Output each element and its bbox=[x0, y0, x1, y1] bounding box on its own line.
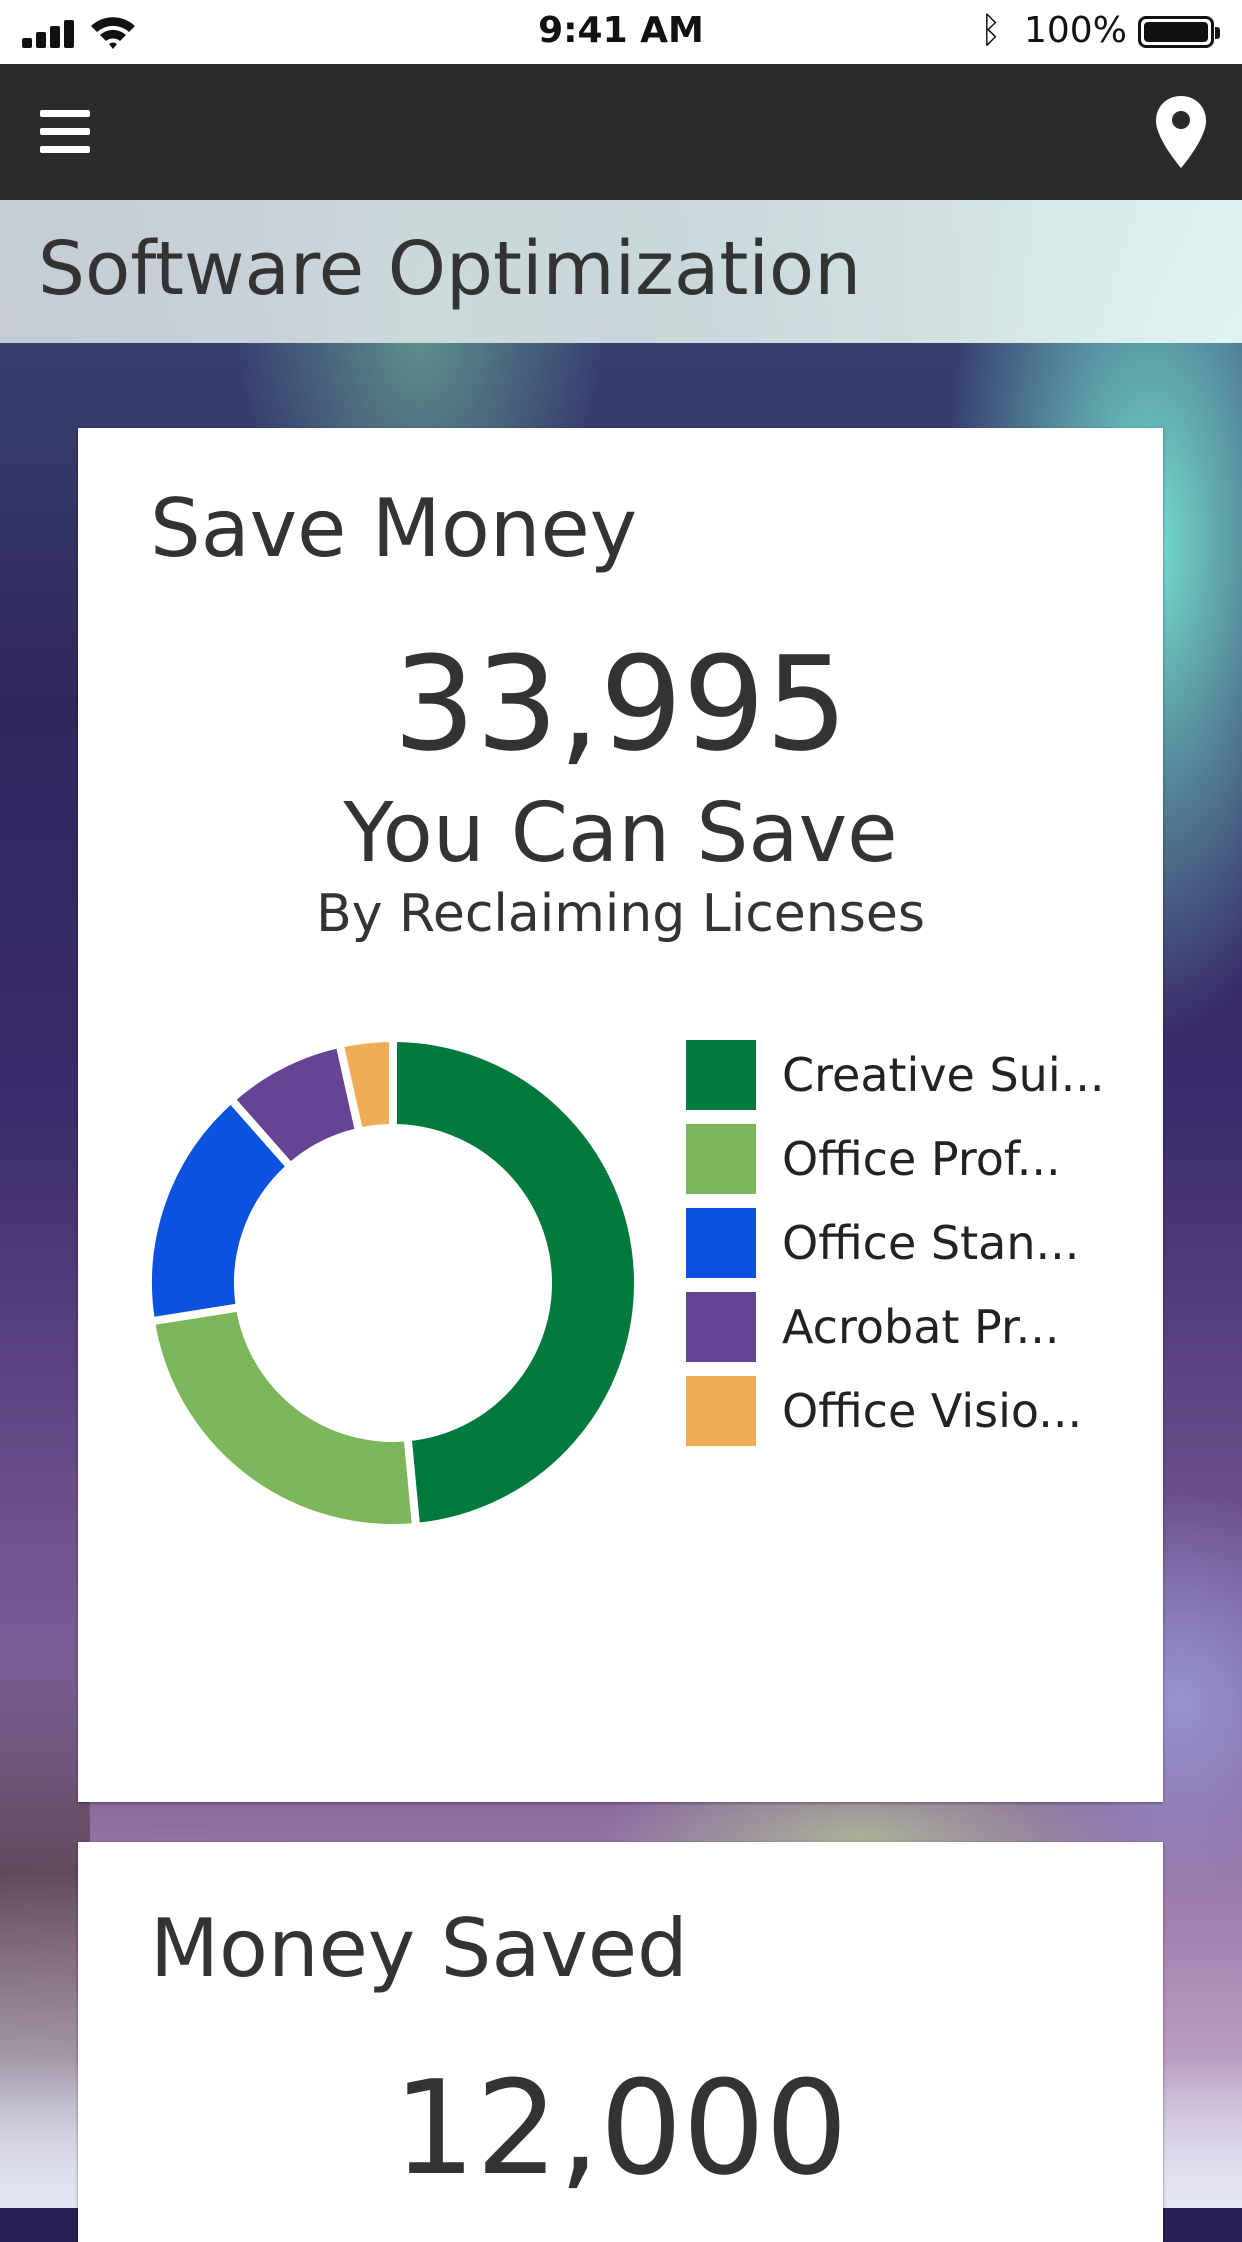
card-title: Money Saved bbox=[150, 1902, 688, 1995]
page-title: Software Optimization bbox=[38, 226, 862, 312]
hamburger-menu-icon[interactable] bbox=[40, 110, 90, 154]
legend-label: Office Stan... bbox=[782, 1216, 1080, 1270]
savings-caption: By Reclaiming Licenses bbox=[316, 884, 925, 944]
legend-label: Office Prof... bbox=[782, 1132, 1061, 1186]
donut-slice[interactable] bbox=[389, 1033, 642, 1532]
license-donut-chart[interactable] bbox=[138, 1028, 648, 1538]
battery-percent: 100% bbox=[1024, 10, 1127, 51]
card-title: Save Money bbox=[150, 482, 638, 575]
saved-amount: 12,000 bbox=[393, 2052, 848, 2204]
donut-slice[interactable] bbox=[146, 1302, 421, 1532]
savings-amount: 33,995 bbox=[393, 628, 848, 780]
title-banner: Software Optimization bbox=[0, 200, 1242, 343]
location-pin-icon[interactable] bbox=[1154, 94, 1208, 170]
legend-swatch bbox=[686, 1124, 756, 1194]
status-bar: 9:41 AM ᛒ 100% bbox=[0, 0, 1242, 64]
legend-label: Creative Sui... bbox=[782, 1048, 1105, 1102]
legend-swatch bbox=[686, 1292, 756, 1362]
save-money-card[interactable]: Save Money 33,995 You Can Save By Reclai… bbox=[78, 428, 1163, 1802]
savings-subtitle: You Can Save bbox=[343, 786, 898, 881]
legend-swatch bbox=[686, 1208, 756, 1278]
legend-swatch bbox=[686, 1376, 756, 1446]
legend-label: Office Visio... bbox=[782, 1384, 1083, 1438]
legend-label: Acrobat Pr... bbox=[782, 1300, 1060, 1354]
legend-swatch bbox=[686, 1040, 756, 1110]
battery-icon bbox=[1138, 16, 1220, 48]
bluetooth-icon: ᛒ bbox=[980, 10, 1002, 51]
nav-bar bbox=[0, 64, 1242, 200]
money-saved-card[interactable]: Money Saved 12,000 bbox=[78, 1842, 1163, 2242]
